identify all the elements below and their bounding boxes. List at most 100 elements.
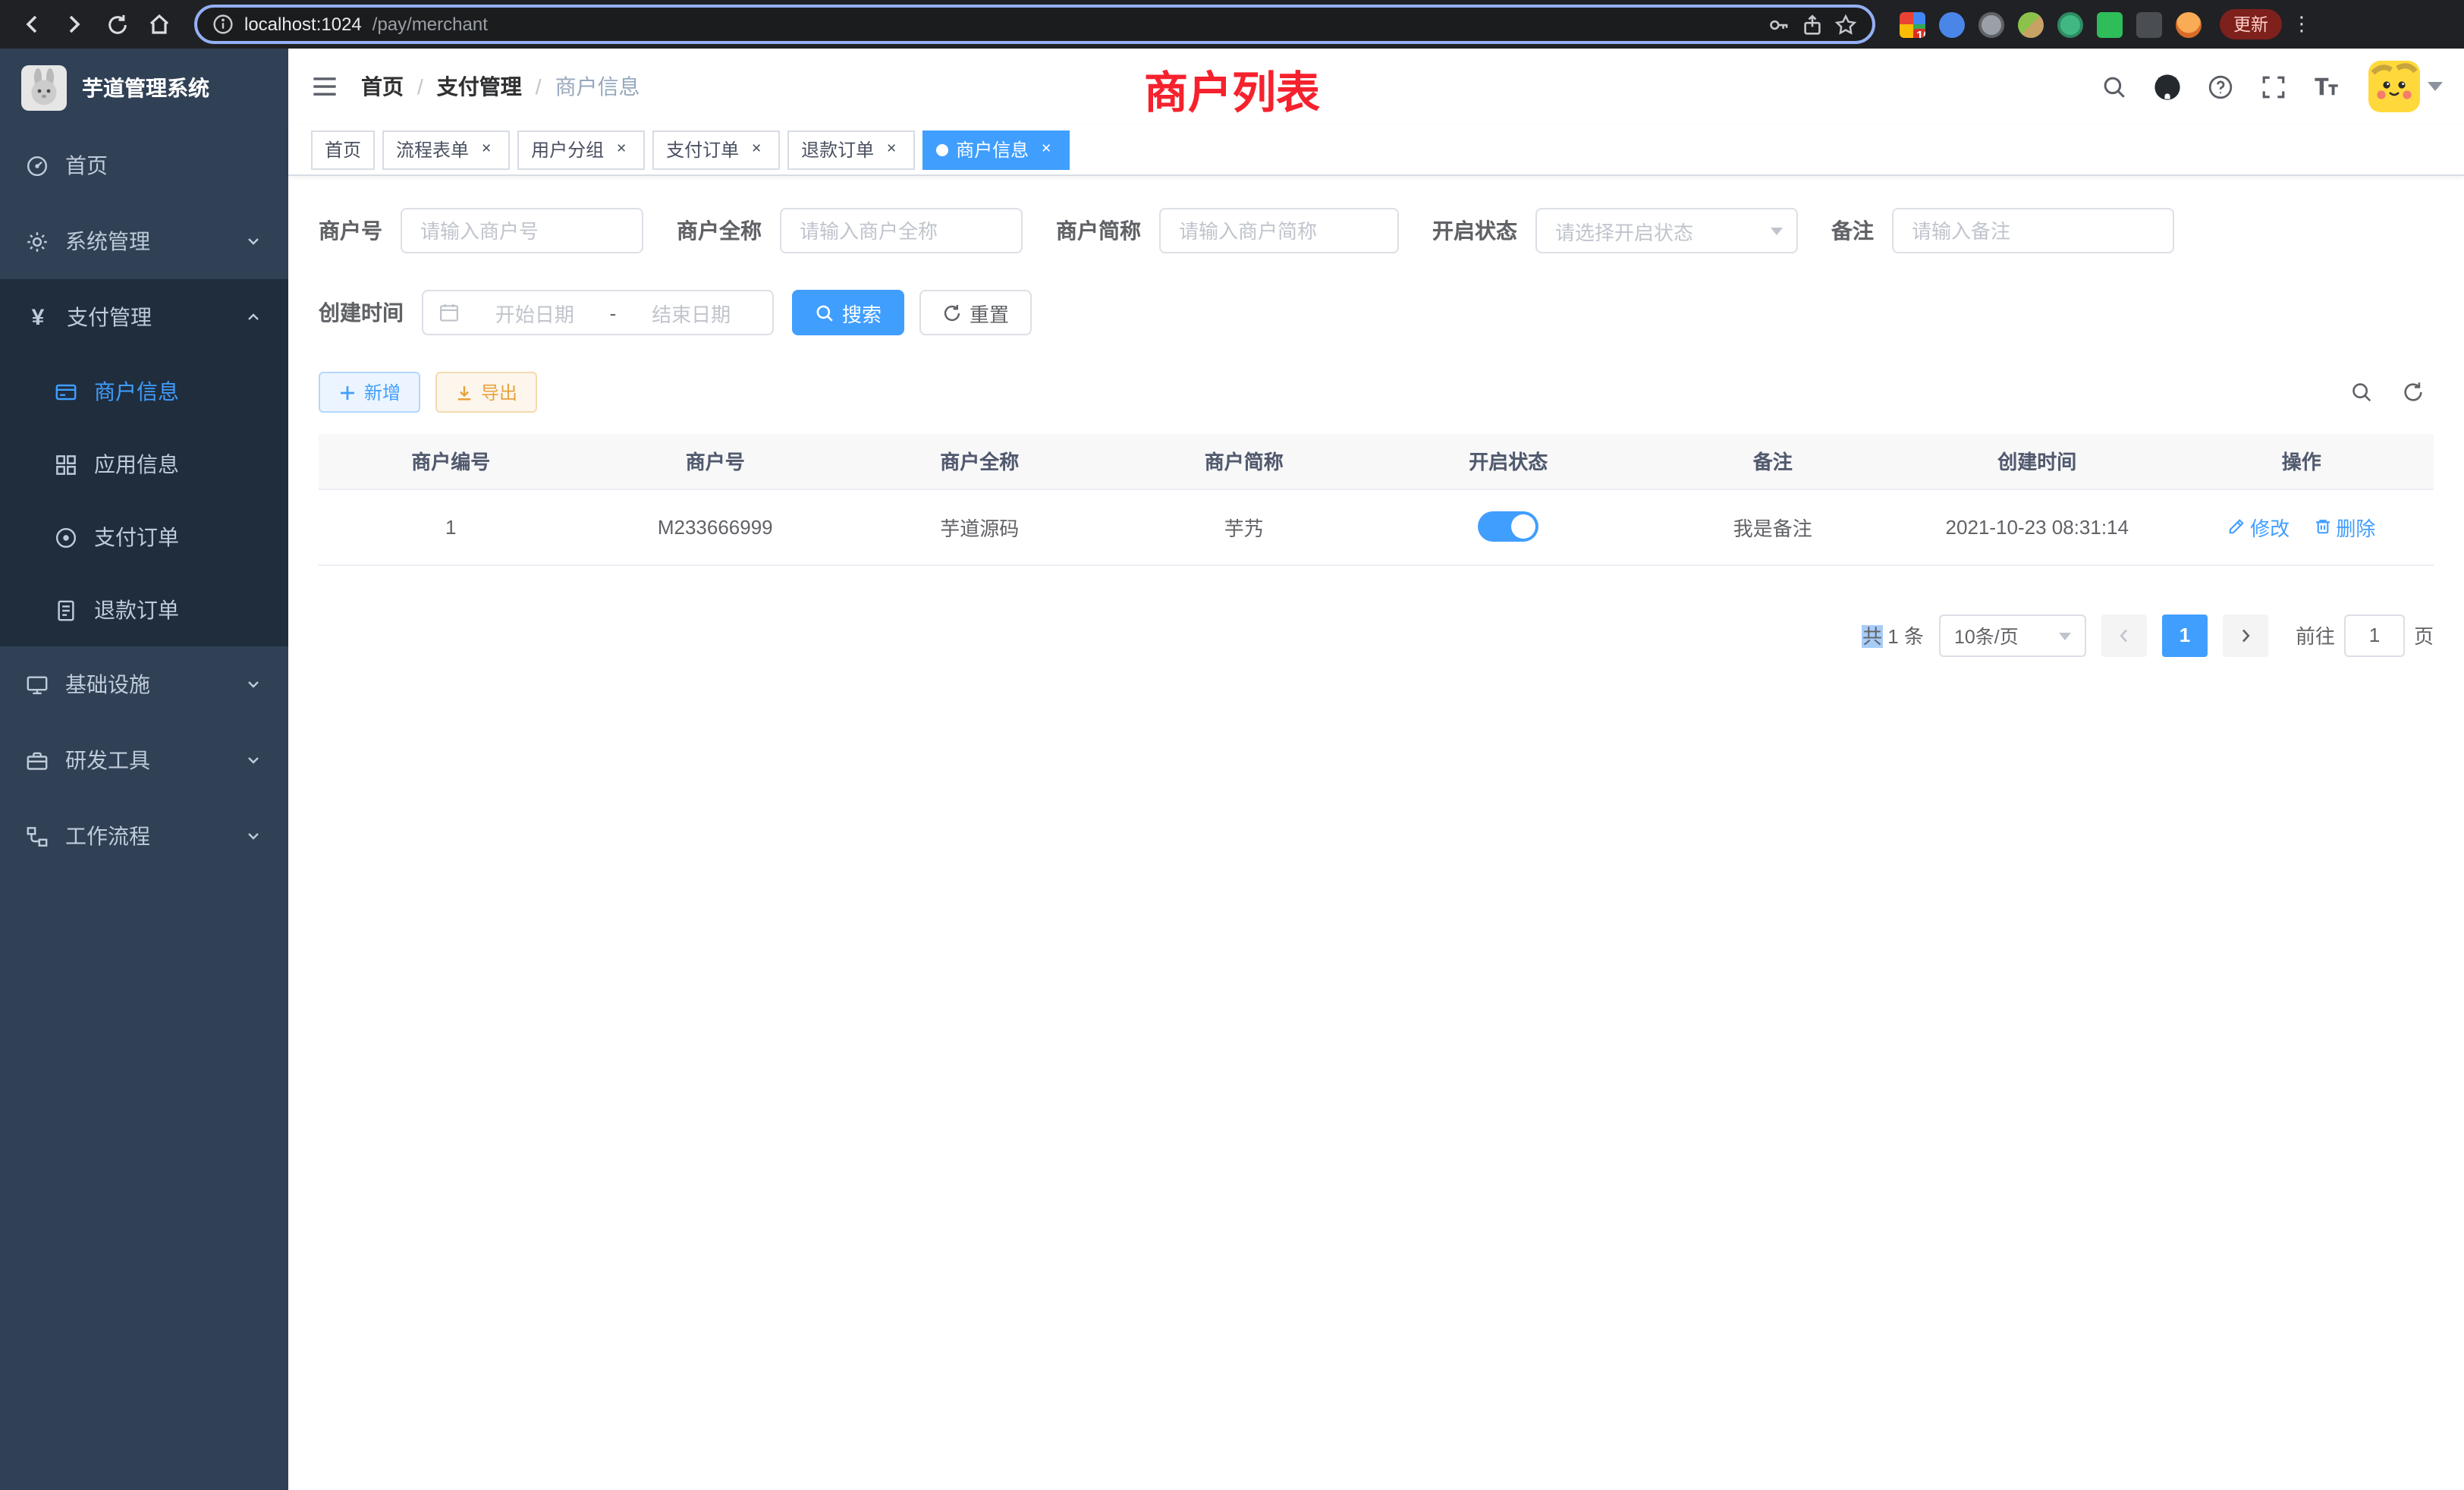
github-icon[interactable]	[2147, 67, 2186, 106]
reset-button[interactable]: 重置	[919, 290, 1032, 335]
tab-home[interactable]: 首页	[311, 130, 375, 169]
sidebar-item-app-info[interactable]: 应用信息	[0, 428, 288, 501]
bookmark-star-icon[interactable]	[1834, 13, 1857, 36]
sidebar-group-infrastructure[interactable]: 基础设施	[0, 646, 288, 722]
pagination-total: 共 1 条	[1862, 621, 1924, 649]
extension-dark-pin-icon[interactable]	[2136, 11, 2162, 37]
help-icon[interactable]	[2200, 67, 2239, 106]
site-info-icon[interactable]	[212, 14, 234, 35]
close-icon[interactable]	[1036, 140, 1056, 159]
sidebar-toggle-icon[interactable]	[288, 73, 361, 100]
sidebar-item-merchant-info[interactable]: 商户信息	[0, 355, 288, 428]
export-button[interactable]: 导出	[435, 372, 537, 413]
delete-link[interactable]: 删除	[2313, 512, 2375, 541]
add-button[interactable]: 新增	[319, 372, 420, 413]
sidebar-item-refund-orders[interactable]: 退款订单	[0, 574, 288, 646]
goto-page-input[interactable]	[2344, 614, 2405, 656]
chevron-down-icon	[2059, 632, 2071, 640]
home-icon[interactable]	[140, 5, 179, 44]
sidebar-logo-row[interactable]: 芋道管理系统	[0, 49, 288, 127]
refresh-table-icon[interactable]	[2397, 377, 2428, 407]
font-size-icon[interactable]	[2306, 67, 2346, 106]
page-size-select[interactable]: 10条/页	[1939, 614, 2086, 656]
forward-icon[interactable]	[55, 5, 94, 44]
browser-menu-icon[interactable]: ⋮	[2288, 12, 2315, 36]
extension-avatar-icon[interactable]	[2018, 11, 2044, 37]
navbar-tools	[2094, 61, 2464, 112]
col-short-name: 商户简称	[1112, 434, 1377, 489]
col-status: 开启状态	[1376, 434, 1641, 489]
breadcrumb-home[interactable]: 首页	[361, 71, 404, 102]
sidebar-item-pay-orders[interactable]: 支付订单	[0, 501, 288, 574]
table-toolbar: 新增 导出	[319, 372, 2434, 413]
chevron-up-icon	[244, 308, 262, 326]
col-merchant-id: 商户编号	[319, 434, 583, 489]
tab-user-group[interactable]: 用户分组	[517, 130, 645, 169]
merchant-full-name-label: 商户全称	[677, 215, 762, 246]
browser-update-button[interactable]: 更新	[2220, 9, 2282, 39]
prev-page-button[interactable]	[2101, 614, 2147, 656]
app-title: 芋道管理系统	[82, 73, 209, 103]
sidebar-group-system[interactable]: 系统管理	[0, 203, 288, 279]
fullscreen-icon[interactable]	[2253, 67, 2293, 106]
back-icon[interactable]	[12, 5, 52, 44]
browser-toolbar: localhost:1024/pay/merchant 10	[0, 0, 2464, 49]
top-navbar: 首页 / 支付管理 / 商户信息	[288, 49, 2464, 124]
page-1-button[interactable]: 1	[2162, 614, 2208, 656]
close-icon[interactable]	[611, 140, 631, 159]
status-select[interactable]: 请选择开启状态	[1535, 208, 1798, 253]
extension-collage-icon[interactable]: 10	[1900, 11, 1925, 37]
search-form-row-2: 创建时间 开始日期 - 结束日期 搜索	[319, 290, 2434, 335]
sidebar-group-dev-tools[interactable]: 研发工具	[0, 722, 288, 798]
extensions-area: 10	[1890, 11, 2211, 37]
dashboard-icon	[26, 154, 49, 177]
extension-gray-icon[interactable]	[1978, 11, 2004, 37]
breadcrumb-merchant-info: 商户信息	[555, 71, 640, 102]
chevron-down-icon	[1771, 228, 1783, 235]
profile-avatar-icon[interactable]	[2176, 11, 2202, 37]
next-page-button[interactable]	[2223, 614, 2268, 656]
screen: localhost:1024/pay/merchant 10	[0, 0, 2464, 1490]
extension-green-note-icon[interactable]	[2097, 11, 2123, 37]
edit-link[interactable]: 修改	[2227, 512, 2290, 541]
close-icon[interactable]	[476, 140, 496, 159]
share-icon[interactable]	[1801, 13, 1824, 36]
search-icon[interactable]	[2094, 67, 2133, 106]
password-key-icon[interactable]	[1768, 13, 1790, 36]
tags-view-bar: 首页 流程表单 用户分组 支付订单 退款订单 商户信息	[288, 124, 2464, 176]
remark-input[interactable]	[1892, 208, 2174, 253]
refresh-icon	[942, 303, 962, 322]
close-icon[interactable]	[746, 140, 766, 159]
sidebar-item-home[interactable]: 首页	[0, 127, 288, 203]
merchant-no-input[interactable]	[401, 208, 643, 253]
merchant-full-name-input[interactable]	[780, 208, 1023, 253]
extension-green-circle-icon[interactable]	[2057, 11, 2083, 37]
create-time-range-picker[interactable]: 开始日期 - 结束日期	[422, 290, 774, 335]
chevron-down-icon	[244, 827, 262, 845]
merchant-no-label: 商户号	[319, 215, 382, 246]
extension-blue-icon[interactable]	[1939, 11, 1965, 37]
search-button[interactable]: 搜索	[792, 290, 904, 335]
sidebar-group-payment[interactable]: ¥ 支付管理	[0, 279, 288, 355]
status-toggle[interactable]	[1478, 511, 1538, 542]
tab-pay-orders[interactable]: 支付订单	[652, 130, 780, 169]
grid-icon	[55, 453, 77, 476]
col-actions: 操作	[2170, 434, 2434, 489]
tab-process-form[interactable]: 流程表单	[382, 130, 510, 169]
toggle-search-icon[interactable]	[2346, 377, 2376, 407]
user-avatar-menu[interactable]	[2368, 61, 2443, 112]
sidebar-group-workflow[interactable]: 工作流程	[0, 798, 288, 874]
close-icon[interactable]	[882, 140, 901, 159]
address-bar[interactable]: localhost:1024/pay/merchant	[194, 5, 1875, 44]
cell-short-name: 芋艿	[1112, 489, 1377, 564]
merchant-short-name-input[interactable]	[1159, 208, 1399, 253]
breadcrumb-payment[interactable]: 支付管理	[437, 71, 522, 102]
target-icon	[55, 526, 77, 549]
cell-status	[1376, 489, 1641, 564]
search-form-row-1: 商户号 商户全称 商户简称 开启状态 请选择开启状态	[319, 208, 2434, 253]
reload-icon[interactable]	[97, 5, 137, 44]
toolbox-icon	[26, 749, 49, 772]
date-separator: -	[610, 301, 617, 324]
tab-merchant-info[interactable]: 商户信息	[922, 130, 1070, 169]
tab-refund-orders[interactable]: 退款订单	[787, 130, 915, 169]
